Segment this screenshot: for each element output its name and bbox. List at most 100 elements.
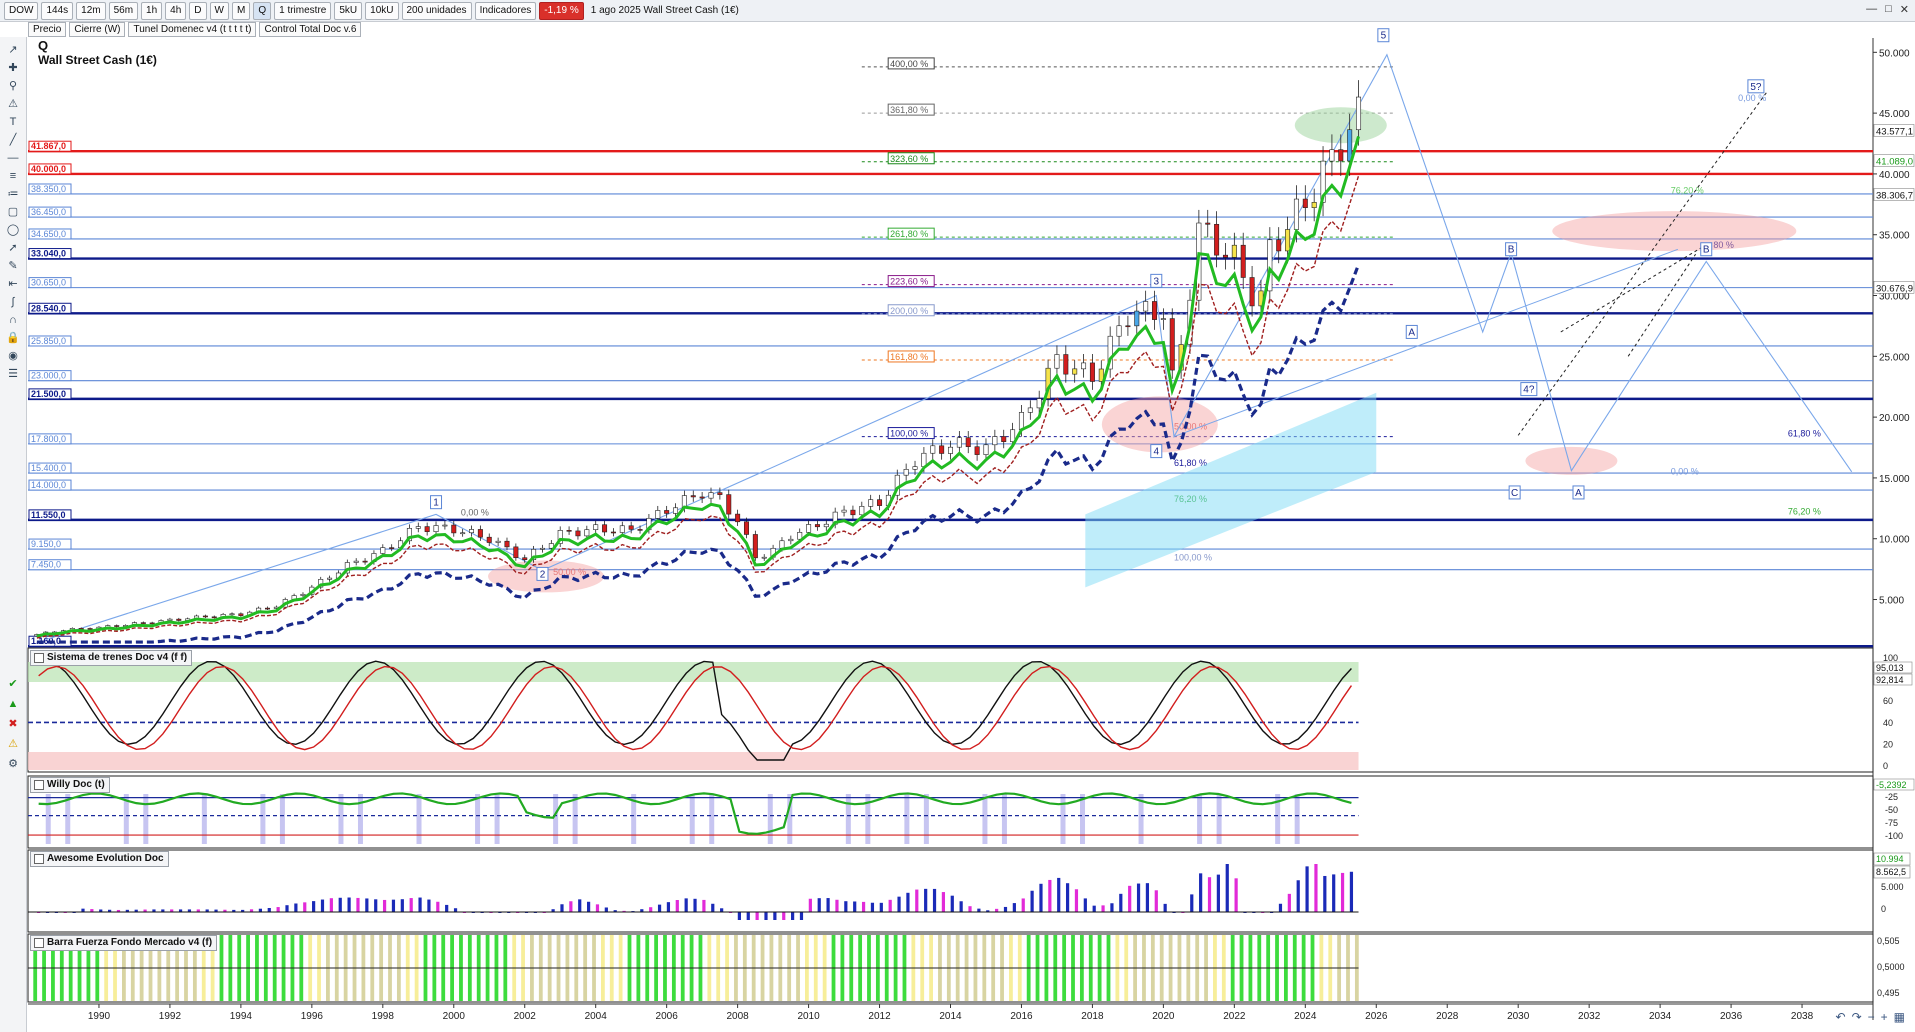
wave-label: B xyxy=(1508,245,1515,256)
awesome-bar xyxy=(1305,866,1309,912)
panel-title-text: Awesome Evolution Doc xyxy=(47,853,164,864)
panel-title-willy[interactable]: Willy Doc (t) xyxy=(30,777,110,793)
x-axis-tick-label: 2030 xyxy=(1507,1011,1530,1022)
awesome-bar xyxy=(1349,871,1354,912)
undo-icon[interactable]: ↶ xyxy=(1836,1010,1846,1024)
awesome-bar xyxy=(294,903,298,912)
x-axis-tick-label: 2018 xyxy=(1081,1011,1104,1022)
panel-title-trenes[interactable]: Sistema de trenes Doc v4 (f f) xyxy=(30,650,193,666)
candle-body xyxy=(1116,325,1122,337)
willy-bar xyxy=(689,794,695,844)
awesome-bar xyxy=(746,912,750,920)
awesome-bar xyxy=(329,898,333,912)
candle-body xyxy=(1027,407,1033,413)
price-badge-label: 41.089,0 xyxy=(1876,157,1913,168)
candle-body xyxy=(637,529,643,531)
candle-body xyxy=(1001,436,1007,442)
candle-body xyxy=(726,494,732,515)
awesome-bar xyxy=(1074,889,1079,912)
candle-body xyxy=(415,526,421,529)
awesome-bar xyxy=(374,899,378,912)
awesome-bar xyxy=(1296,880,1300,912)
awesome-bar xyxy=(1101,905,1105,912)
candle-body xyxy=(1018,412,1024,431)
willy-bar xyxy=(201,794,207,844)
awesome-bar xyxy=(773,912,777,920)
level-label: 33.040,0 xyxy=(31,249,66,259)
awesome-bar xyxy=(382,899,387,912)
candle-body xyxy=(362,560,368,563)
wave-label: 5? xyxy=(1750,82,1762,93)
awesome-bar xyxy=(1012,903,1016,912)
wave-label: A xyxy=(1575,488,1582,499)
awesome-bar xyxy=(303,902,307,912)
panel-checkbox[interactable] xyxy=(34,653,44,663)
candle-body xyxy=(504,540,510,548)
level-label: 15.400,0 xyxy=(31,463,66,473)
awesome-bar xyxy=(338,897,342,912)
panel-checkbox[interactable] xyxy=(34,854,44,864)
awesome-bar xyxy=(560,904,564,912)
wave-label: 1 xyxy=(433,498,439,509)
candle-body xyxy=(477,529,483,538)
panel-checkbox[interactable] xyxy=(34,780,44,790)
awesome-bar xyxy=(799,912,804,920)
candle-body xyxy=(584,529,590,537)
candle-body xyxy=(1010,429,1016,442)
candle-body xyxy=(628,525,634,530)
willy-bar xyxy=(338,794,344,844)
panel-checkbox[interactable] xyxy=(34,938,44,948)
panel-title-barra[interactable]: Barra Fuerza Fondo Mercado v4 (f) xyxy=(30,935,218,951)
awesome-bar xyxy=(1083,898,1087,912)
redo-icon[interactable]: ↷ xyxy=(1852,1010,1862,1024)
awesome-bar xyxy=(347,897,351,912)
candle-body xyxy=(814,524,820,528)
panel-tick-label: 0,505 xyxy=(1877,936,1900,946)
awesome-bar xyxy=(391,899,396,912)
awesome-bar xyxy=(1057,877,1061,912)
awesome-bar xyxy=(1136,883,1141,912)
awesome-bar xyxy=(427,899,431,912)
zoom-out-icon[interactable]: − xyxy=(1868,1010,1875,1024)
awesome-bar xyxy=(586,901,591,912)
panel-title-text: Barra Fuerza Fondo Mercado v4 (f) xyxy=(47,937,213,948)
panel-badge-label: -5,2392 xyxy=(1876,780,1907,790)
panel-badge-label: 95,013 xyxy=(1876,663,1904,673)
level-label: 40.000,0 xyxy=(31,164,66,174)
panel-tick-label: 0,495 xyxy=(1877,988,1900,998)
awesome-bar xyxy=(356,897,360,912)
fib-label: 161,80 % xyxy=(890,352,928,362)
fib-label: 400,00 % xyxy=(890,59,928,69)
fib-label: 200,00 % xyxy=(890,306,928,316)
candle-body xyxy=(1329,149,1335,162)
chart-canvas[interactable]: 41.867,0 40.000,0 38.350,0 36.450,0 34.650,0… xyxy=(0,0,1915,1032)
candle-body xyxy=(877,499,883,506)
awesome-bar xyxy=(924,888,928,912)
willy-bar xyxy=(923,794,929,844)
awesome-bar xyxy=(950,895,954,912)
candle-body xyxy=(983,444,989,455)
panel-tick-label: 5.000 xyxy=(1881,882,1904,892)
zoom-in-icon[interactable]: + xyxy=(1881,1010,1888,1024)
candle-body xyxy=(1311,202,1317,208)
candle-body xyxy=(868,499,874,507)
x-axis-tick-label: 2022 xyxy=(1223,1011,1246,1022)
awesome-bar xyxy=(657,904,662,912)
candle-body xyxy=(1276,239,1282,252)
candle-body xyxy=(87,628,93,630)
awesome-bar xyxy=(1199,873,1203,912)
candle-body xyxy=(743,521,749,535)
candle-body xyxy=(211,616,217,619)
wave-label: 2 xyxy=(540,569,546,580)
grid-icon[interactable]: ▦ xyxy=(1894,1010,1905,1024)
candle-body xyxy=(1054,354,1060,369)
candle-body xyxy=(735,513,741,523)
awesome-bar xyxy=(595,904,600,912)
awesome-bar xyxy=(409,898,413,912)
x-axis-tick-label: 1990 xyxy=(88,1011,111,1022)
price-badge-label: 38.306,7 xyxy=(1876,191,1913,202)
panel-title-awesome[interactable]: Awesome Evolution Doc xyxy=(30,851,169,867)
willy-bar xyxy=(1080,794,1086,844)
awesome-bar xyxy=(418,897,422,912)
candle-body xyxy=(956,437,962,448)
